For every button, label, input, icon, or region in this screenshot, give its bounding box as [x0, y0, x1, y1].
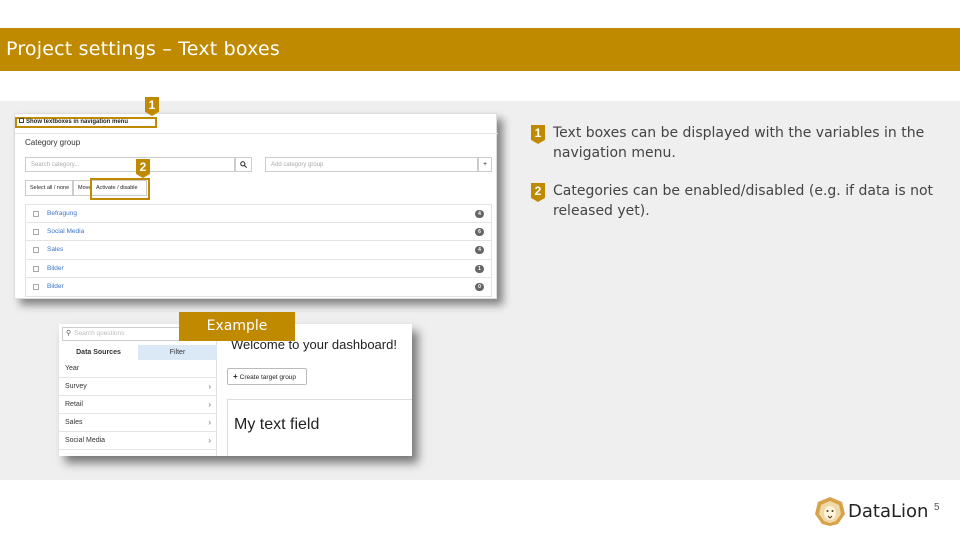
data-source-list: Year Survey › Retail › Sales › Social Media…	[59, 360, 217, 450]
search-icon	[240, 161, 248, 169]
list-item[interactable]: Sales 4	[25, 241, 492, 260]
brand-name: DataLion	[848, 501, 929, 522]
checkbox[interactable]	[33, 228, 39, 235]
list-item[interactable]: Social Media 6	[25, 222, 492, 241]
list-item[interactable]: Retail ›	[59, 396, 217, 414]
divider	[15, 133, 498, 134]
navigation-panel: ⚲ Search questions Data Sources Filter Ye…	[59, 324, 217, 456]
list-item[interactable]: Befragung 4	[25, 204, 492, 223]
add-category-group-input[interactable]: Add category group	[265, 157, 478, 172]
search-category-input[interactable]: Search category...	[25, 157, 235, 172]
create-target-group-label: Create target group	[239, 374, 297, 381]
chevron-right-icon: ›	[208, 436, 211, 445]
add-category-group-button[interactable]: +	[478, 157, 492, 172]
lion-logo-icon	[815, 497, 845, 526]
category-name[interactable]: Befragung	[47, 205, 77, 222]
example-dashboard-screenshot: ⚲ Search questions Data Sources Filter Ye…	[59, 324, 412, 456]
count-badge: 4	[475, 246, 484, 254]
count-badge: 4	[475, 210, 484, 218]
tab-filter[interactable]: Filter	[138, 345, 217, 360]
category-group-heading: Category group	[25, 138, 81, 147]
search-button[interactable]	[235, 157, 252, 172]
checkbox[interactable]	[33, 265, 39, 272]
slide-title: Project settings – Text boxes	[6, 38, 281, 60]
chevron-right-icon: ›	[208, 418, 211, 427]
move-button[interactable]: Move	[73, 180, 91, 196]
create-target-group-button[interactable]: + Create target group	[227, 368, 307, 385]
chevron-right-icon: ›	[208, 382, 211, 391]
explanation-text: Categories can be enabled/disabled (e.g.…	[553, 183, 934, 219]
list-item[interactable]: Social Media ›	[59, 432, 217, 450]
list-item[interactable]: Bilder 1	[25, 259, 492, 278]
list-item[interactable]: Survey ›	[59, 378, 217, 396]
item-label: Sales	[65, 419, 83, 426]
checkbox[interactable]	[33, 284, 39, 290]
dashboard-area: Welcome to your dashboard! + Create targe…	[217, 324, 412, 456]
example-tag: Example	[179, 312, 295, 341]
checkbox[interactable]	[33, 211, 39, 217]
list-item[interactable]: Year	[59, 360, 217, 378]
category-name[interactable]: Social Media	[47, 223, 84, 240]
chevron-right-icon: ›	[208, 400, 211, 409]
plus-icon: +	[233, 372, 238, 381]
category-name[interactable]: Sales	[47, 241, 63, 258]
tab-data-sources[interactable]: Data Sources	[59, 345, 138, 360]
checkbox[interactable]	[33, 247, 39, 253]
show-textboxes-label: Show textboxes in navigation menu	[26, 119, 129, 126]
list-item[interactable]: Sales ›	[59, 414, 217, 432]
highlight-box-2	[90, 178, 150, 200]
select-all-button[interactable]: Select all / none	[25, 180, 73, 196]
list-item[interactable]: Bilder 0	[25, 278, 492, 297]
text-field-content: My text field	[234, 416, 320, 433]
item-label: Survey	[65, 383, 87, 390]
settings-screenshot: Show textboxes in navigation menu Catego…	[14, 113, 498, 299]
count-badge: 0	[475, 283, 484, 291]
count-badge: 6	[475, 227, 484, 236]
page-number: 5	[934, 502, 940, 513]
text-field-widget: My text field	[227, 399, 412, 456]
category-list: Befragung 4 Social Media 6 Sales 4 Bilder 1 …	[25, 204, 492, 297]
item-label: Year	[65, 365, 80, 372]
title-bar: Project settings – Text boxes	[0, 28, 960, 71]
search-questions-placeholder: Search questions	[74, 330, 125, 337]
show-textboxes-option[interactable]: Show textboxes in navigation menu	[15, 117, 157, 128]
category-name[interactable]: Bilder	[47, 260, 64, 277]
count-badge: 1	[475, 264, 484, 273]
category-name[interactable]: Bilder	[47, 278, 64, 295]
item-label: Retail	[65, 401, 83, 408]
explanation-text: Text boxes can be displayed with the var…	[553, 125, 925, 161]
item-label: Social Media	[65, 437, 106, 444]
search-icon: ⚲	[66, 330, 72, 337]
checkbox-icon[interactable]	[19, 118, 24, 123]
